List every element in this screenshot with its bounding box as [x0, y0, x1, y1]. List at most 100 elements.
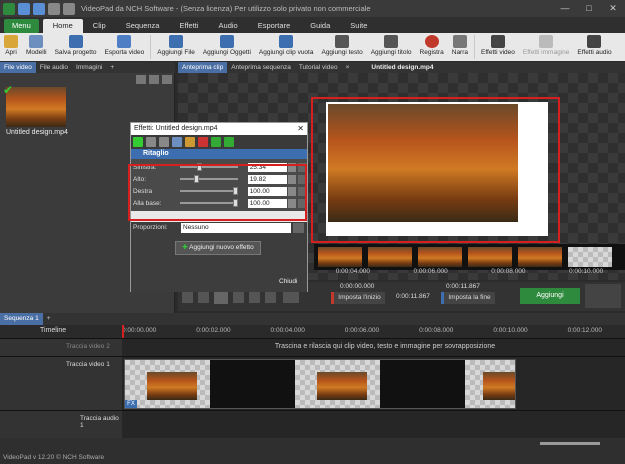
delete-effect-icon[interactable] [198, 137, 208, 147]
tab-video-tutorial[interactable]: Tutorial video [295, 62, 342, 73]
microphone-icon [452, 35, 467, 48]
add-button[interactable]: Aggiungi [520, 288, 580, 304]
open-button[interactable]: Apri [0, 33, 22, 61]
tab-audio-files[interactable]: File audio [36, 62, 72, 73]
check-icon: ✔ [3, 83, 14, 97]
filmstrip[interactable] [314, 244, 625, 270]
time-duration: 0:00:11.867 [396, 293, 430, 300]
media-thumbnail[interactable] [6, 87, 66, 127]
add-effect-icon[interactable] [133, 137, 143, 147]
tab-guida[interactable]: Guida [300, 19, 340, 33]
video-clip[interactable]: FX [124, 359, 516, 409]
effect-header-crop[interactable]: Ritaglio [131, 149, 307, 159]
add-objects-button[interactable]: Aggiungi Oggetti [199, 33, 255, 61]
list-view-icon[interactable] [149, 75, 159, 84]
effect-preview-icon[interactable] [146, 137, 156, 147]
app-icon [3, 2, 15, 15]
ribbon-tabs: Menu Home Clip Sequenza Effetti Audio Es… [0, 17, 625, 33]
dialog-close-icon[interactable]: ✕ [297, 124, 304, 133]
toolbar-separator [150, 35, 152, 59]
tab-video-files[interactable]: File video [0, 62, 36, 73]
loop-icon[interactable] [265, 292, 276, 303]
record-button[interactable]: Registra [416, 33, 448, 61]
set-end-button[interactable]: Imposta la fine [441, 292, 495, 304]
tab-sequence-preview[interactable]: Anteprima sequenza [227, 62, 295, 73]
narrate-button[interactable]: Narra [448, 33, 472, 61]
tab-clip-preview[interactable]: Anteprima clip [178, 62, 228, 73]
tab-suite[interactable]: Suite [340, 19, 377, 33]
add-blank-clip-button[interactable]: Aggiungi clip vuota [255, 33, 318, 61]
video-track-1: Traccia video 1 FX [0, 356, 625, 410]
add-text-button[interactable]: Aggiungi testo [317, 33, 366, 61]
zoom-controls[interactable] [585, 284, 621, 308]
menu-button[interactable]: Menu [4, 19, 39, 33]
tab-images[interactable]: Immagini [72, 62, 106, 73]
templates-button[interactable]: Modelli [22, 33, 51, 61]
audio-effects-button[interactable]: Effetti audio [573, 33, 615, 61]
prev-frame-icon[interactable] [198, 292, 209, 303]
set-start-button[interactable]: Imposta l'inizio [331, 292, 385, 304]
go-end-icon[interactable] [249, 292, 260, 303]
tab-effetti[interactable]: Effetti [169, 19, 208, 33]
move-up-icon[interactable] [224, 137, 234, 147]
plus-icon: ✚ [182, 244, 188, 251]
minimize-icon[interactable]: — [553, 0, 577, 17]
video-effects-button[interactable]: Effetti video [477, 33, 519, 61]
tab-esportare[interactable]: Esportare [248, 19, 301, 33]
add-title-button[interactable]: Aggiungi titolo [367, 33, 416, 61]
status-bar: VideoPad v 12.20 © NCH Software [0, 452, 625, 464]
redo-icon[interactable] [63, 2, 75, 15]
thumbnail-view-icon[interactable] [162, 75, 172, 84]
save-project-button[interactable]: Salva progetto [51, 33, 101, 61]
tab-sequenza[interactable]: Sequenza [116, 19, 170, 33]
reset-icon[interactable] [293, 223, 304, 233]
next-frame-icon[interactable] [233, 292, 244, 303]
undo-icon[interactable] [48, 2, 60, 15]
close-tab-button[interactable]: × [342, 62, 354, 73]
timeline-label: Timeline [40, 327, 67, 334]
add-new-effect-button[interactable]: ✚ Aggiungi nuovo effetto [175, 241, 261, 255]
time-start: 0:00:00.000 [340, 283, 375, 290]
tab-sequence-1[interactable]: Sequenza 1 [0, 313, 43, 325]
save-effect-icon[interactable] [172, 137, 182, 147]
add-tab-button[interactable]: + [106, 62, 118, 73]
open-quick-icon[interactable] [33, 2, 45, 15]
delete-icon[interactable] [136, 75, 146, 84]
fx-badge: FX [125, 400, 137, 408]
go-start-icon[interactable] [182, 292, 193, 303]
tab-audio[interactable]: Audio [209, 19, 248, 33]
title-bar: VideoPad da NCH Software - (Senza licenz… [0, 0, 625, 17]
preview-title: Untitled design.mp4 [371, 64, 434, 71]
overlay-track: Traccia video 2 Trascina e rilascia qui … [0, 338, 625, 356]
media-item-label: Untitled design.mp4 [6, 129, 68, 136]
audio-fx-icon [587, 35, 602, 48]
close-icon[interactable]: ✕ [601, 0, 625, 17]
tab-home[interactable]: Home [42, 19, 83, 33]
play-icon[interactable] [214, 290, 228, 304]
media-bin-tabs: File video File audio Immagini + [0, 62, 175, 73]
image-effects-button[interactable]: Effetti immagine [519, 33, 573, 61]
tab-clip[interactable]: Clip [83, 19, 116, 33]
add-sequence-button[interactable]: + [43, 313, 55, 325]
zoom-slider[interactable] [540, 442, 600, 445]
overlay-hint: Trascina e rilascia qui clip video, test… [274, 343, 496, 350]
fx-icon [490, 35, 505, 48]
record-icon [424, 35, 439, 48]
preview-image [328, 104, 518, 222]
blank-clip-icon [279, 35, 294, 48]
proportions-select[interactable]: Nessuno [181, 223, 291, 233]
close-dialog-button[interactable]: Chiudi [279, 278, 297, 285]
export-icon [117, 35, 132, 48]
audio-track-1: Traccia audio 1 [0, 410, 625, 438]
move-down-icon[interactable] [211, 137, 221, 147]
timeline-ruler[interactable]: Timeline 0:00:00.000 0:00:02.000 0:00:04.0… [0, 325, 625, 338]
dialog-body: Proporzioni: Nessuno ✚ Aggiungi nuovo ef… [131, 222, 307, 292]
add-file-button[interactable]: Aggiungi File [153, 33, 199, 61]
sequence-tabs: Sequenza 1 + [0, 313, 625, 325]
edit-icon[interactable] [185, 137, 195, 147]
export-video-button[interactable]: Esporta video [101, 33, 149, 61]
maximize-icon[interactable]: □ [577, 0, 601, 17]
speed-icon[interactable] [283, 292, 299, 303]
copy-effect-icon[interactable] [159, 137, 169, 147]
save-quick-icon[interactable] [18, 2, 30, 15]
